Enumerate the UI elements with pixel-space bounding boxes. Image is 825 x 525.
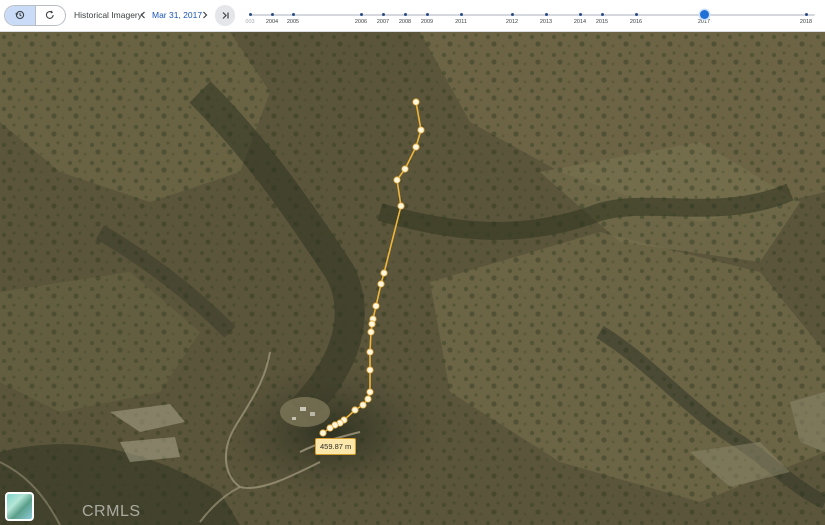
timeline-tick[interactable] [270,13,274,16]
measurement-vertex[interactable] [319,429,327,437]
imagery-timeline-slider[interactable]: 003 2004 2005 2006 2007 2008 2009 2011 2012 2013 2… [245,0,825,32]
timeline-tick[interactable] [403,13,407,16]
next-date-button[interactable] [200,8,210,22]
timeline-year-label: 2017 [697,19,711,25]
timeline-year-label: 2011 [455,19,467,25]
historical-imagery-title: Historical Imagery [74,10,143,20]
measurement-vertex[interactable] [364,395,372,403]
historical-imagery-toolbar: Historical Imagery Mar 31, 2017 003 2004 2… [0,0,825,32]
chevron-left-icon [140,6,146,24]
timeline-year-label: 2014 [573,19,587,25]
measurement-vertex[interactable] [417,126,425,134]
crmls-watermark: CRMLS [82,503,141,520]
timeline-tick[interactable] [359,13,363,16]
timeline-tick[interactable] [578,13,582,16]
measurement-vertex[interactable] [359,401,367,409]
timeline-selected-thumb[interactable] [699,10,709,19]
previous-date-button[interactable] [138,8,148,22]
historical-imagery-button[interactable] [5,6,35,25]
timeline-tick[interactable] [248,13,252,16]
satellite-layer-thumbnail[interactable] [5,492,34,521]
timeline-year-label: 2007 [376,19,390,25]
timeline-year-label: 2018 [799,19,813,25]
skip-to-latest-icon [221,7,230,25]
timeline-year-label: 2005 [286,19,300,25]
measurement-vertex[interactable] [366,366,374,374]
measurement-vertex[interactable] [377,280,385,288]
measurement-vertex[interactable] [366,388,374,396]
timeline-year-label: 2008 [398,19,412,25]
measurement-vertex[interactable] [368,320,376,328]
timeline-year-label: 2015 [595,19,609,25]
satellite-imagery [0,32,825,525]
satellite-map-view[interactable]: 459.87 m [0,32,825,525]
timeline-track[interactable] [249,14,815,16]
measurement-vertex[interactable] [366,348,374,356]
history-toggle-group [4,5,66,26]
measurement-vertex[interactable] [401,165,409,173]
history-forward-icon [45,7,55,25]
timeline-tick[interactable] [459,13,463,16]
measurement-vertex[interactable] [397,202,405,210]
timeline-year-label: 2016 [629,19,643,25]
chevron-right-icon [202,6,208,24]
timeline-tick[interactable] [634,13,638,16]
timeline-tick[interactable] [544,13,548,16]
timeline-year-label: 2012 [505,19,519,25]
timeline-year-label: 2013 [539,19,553,25]
history-back-icon [15,7,25,25]
timeline-tick[interactable] [510,13,514,16]
timeline-tick[interactable] [425,13,429,16]
timeline-tick[interactable] [381,13,385,16]
timeline-year-label: 2009 [420,19,434,25]
measurement-vertex[interactable] [380,269,388,277]
jump-to-latest-button[interactable] [215,5,235,26]
reset-imagery-button[interactable] [35,6,65,25]
timeline-tick[interactable] [804,13,808,16]
timeline-year-label: 003 [245,19,255,25]
measurement-vertex[interactable] [372,302,380,310]
measurement-vertex[interactable] [351,406,359,414]
timeline-tick[interactable] [291,13,295,16]
measurement-vertex[interactable] [412,98,420,106]
measurement-vertex[interactable] [326,424,334,432]
measurement-vertex[interactable] [412,143,420,151]
measurement-vertex[interactable] [393,176,401,184]
imagery-date[interactable]: Mar 31, 2017 [152,10,202,20]
measurement-distance-label: 459.87 m [315,438,357,455]
measurement-vertex[interactable] [367,328,375,336]
timeline-year-label: 2006 [354,19,368,25]
timeline-year-label: 2004 [265,19,279,25]
timeline-tick[interactable] [600,13,604,16]
